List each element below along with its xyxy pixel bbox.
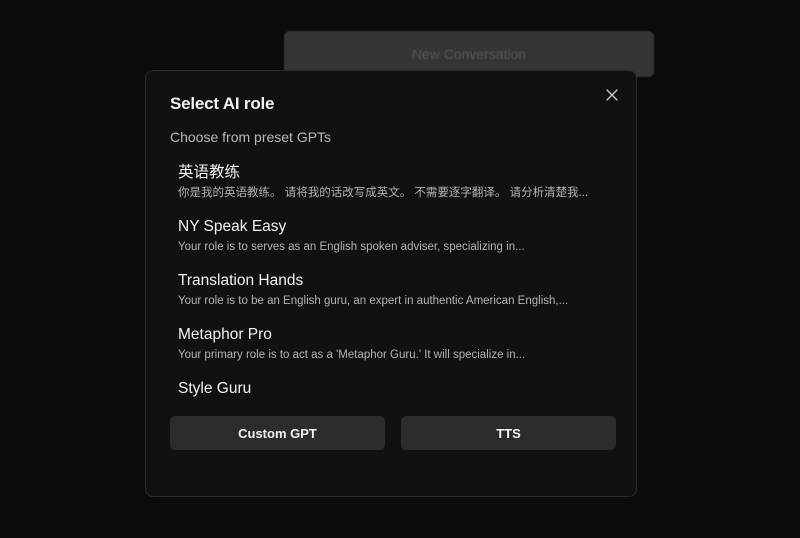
role-list: 英语教练 你是我的英语教练。 请将我的话改写成英文。 不需要逐字翻译。 请分析清… xyxy=(170,157,616,427)
role-item-ny-speak-easy[interactable]: NY Speak Easy Your role is to serves as … xyxy=(170,211,616,265)
close-icon xyxy=(606,89,618,101)
role-description: 你是我的英语教练。 请将我的话改写成英文。 不需要逐字翻译。 请分析清楚我... xyxy=(178,187,589,199)
role-name: Style Guru xyxy=(178,380,252,397)
role-item-english-coach[interactable]: 英语教练 你是我的英语教练。 请将我的话改写成英文。 不需要逐字翻译。 请分析清… xyxy=(170,157,616,211)
dialog-title: Select AI role xyxy=(170,94,275,113)
role-name: Translation Hands xyxy=(178,272,304,289)
tts-button[interactable]: TTS xyxy=(401,416,616,450)
dialog-actions: Custom GPT TTS xyxy=(170,416,616,450)
role-description: Your role is to be an English guru, an e… xyxy=(178,295,569,307)
role-name: Metaphor Pro xyxy=(178,326,272,343)
role-item-metaphor-pro[interactable]: Metaphor Pro Your primary role is to act… xyxy=(170,319,616,373)
dialog-subtitle: Choose from preset GPTs xyxy=(170,129,332,145)
role-description: Your role is to serves as an English spo… xyxy=(178,241,525,253)
role-item-translation-hands[interactable]: Translation Hands Your role is to be an … xyxy=(170,265,616,319)
role-description: Your primary role is to act as a 'Metaph… xyxy=(178,349,526,361)
close-button[interactable] xyxy=(602,85,622,105)
role-name: 英语教练 xyxy=(178,164,241,181)
select-role-dialog: Select AI role Choose from preset GPTs 英… xyxy=(145,70,637,497)
role-name: NY Speak Easy xyxy=(178,218,287,235)
custom-gpt-button[interactable]: Custom GPT xyxy=(170,416,385,450)
